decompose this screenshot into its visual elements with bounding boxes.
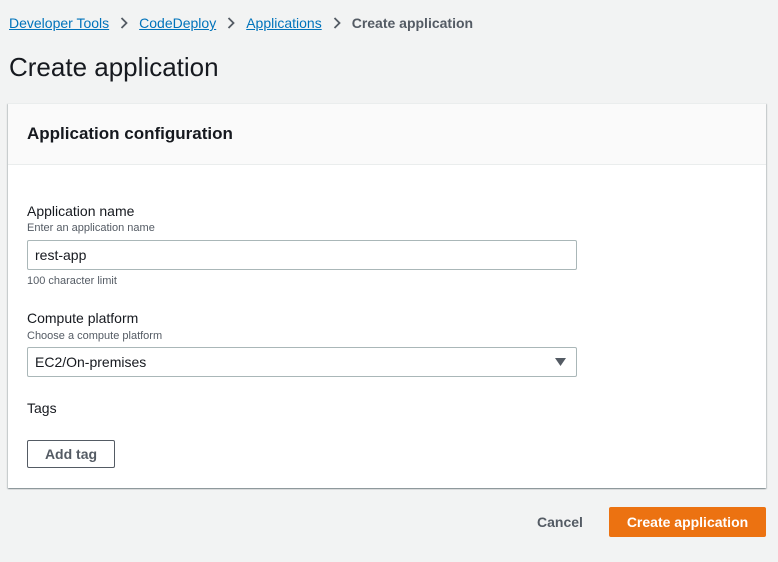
cancel-button[interactable]: Cancel	[525, 507, 595, 537]
compute-platform-selected-value: EC2/On-premises	[35, 354, 147, 370]
breadcrumb: Developer Tools CodeDeploy Applications …	[9, 15, 473, 31]
chevron-right-icon	[227, 17, 235, 29]
compute-platform-description: Choose a compute platform	[27, 330, 163, 342]
panel-header: Application configuration	[8, 104, 766, 165]
caret-down-icon	[555, 358, 566, 366]
breadcrumb-applications[interactable]: Applications	[246, 15, 322, 31]
application-configuration-panel: Application configuration Application na…	[8, 103, 766, 488]
tags-label: Tags	[27, 400, 57, 416]
page-title: Create application	[9, 52, 219, 82]
breadcrumb-developer-tools[interactable]: Developer Tools	[9, 15, 109, 31]
panel-title: Application configuration	[27, 124, 233, 143]
chevron-right-icon	[333, 17, 341, 29]
add-tag-button[interactable]: Add tag	[27, 440, 115, 468]
compute-platform-label: Compute platform	[27, 310, 139, 326]
chevron-right-icon	[120, 17, 128, 29]
application-name-constraint: 100 character limit	[27, 275, 117, 287]
compute-platform-select[interactable]: EC2/On-premises	[27, 347, 577, 377]
application-name-input[interactable]	[27, 240, 577, 270]
application-name-label: Application name	[27, 203, 135, 219]
application-name-description: Enter an application name	[27, 222, 155, 234]
create-application-button[interactable]: Create application	[609, 507, 766, 537]
breadcrumb-current: Create application	[351, 15, 474, 31]
breadcrumb-codedeploy[interactable]: CodeDeploy	[139, 15, 216, 31]
